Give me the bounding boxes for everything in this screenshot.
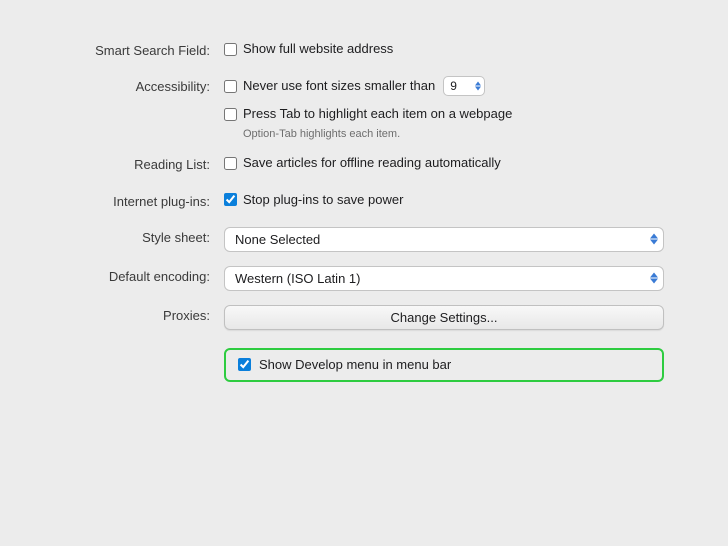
smart-search-checkbox[interactable] (224, 43, 237, 56)
accessibility-control: Never use font sizes smaller than 9 10 1… (224, 76, 664, 140)
show-develop-checkbox[interactable] (238, 358, 251, 371)
tab-highlight-row: Press Tab to highlight each item on a we… (224, 105, 664, 123)
internet-plugins-label: Internet plug-ins: (64, 191, 224, 211)
show-develop-label[interactable]: Show Develop menu in menu bar (259, 356, 451, 374)
show-develop-empty-label (64, 344, 224, 346)
accessibility-label: Accessibility: (64, 76, 224, 96)
preferences-panel: Smart Search Field: Show full website ad… (24, 20, 704, 416)
stop-plugins-label[interactable]: Stop plug-ins to save power (243, 191, 403, 209)
never-font-label[interactable]: Never use font sizes smaller than (243, 77, 435, 95)
tab-hint-text: Option-Tab highlights each item. (243, 128, 664, 140)
smart-search-label: Smart Search Field: (64, 40, 224, 60)
show-develop-control: Show Develop menu in menu bar (224, 344, 664, 382)
proxies-row: Proxies: Change Settings... (64, 305, 664, 330)
style-sheet-label: Style sheet: (64, 227, 224, 247)
never-font-checkbox[interactable] (224, 80, 237, 93)
smart-search-control: Show full website address (224, 40, 664, 62)
reading-list-row: Reading List: Save articles for offline … (64, 154, 664, 176)
default-encoding-select-wrapper: Western (ISO Latin 1) Unicode (UTF-8) Ja… (224, 266, 664, 291)
proxies-control: Change Settings... (224, 305, 664, 330)
tab-highlight-checkbox[interactable] (224, 108, 237, 121)
stop-plugins-checkbox[interactable] (224, 193, 237, 206)
default-encoding-row: Default encoding: Western (ISO Latin 1) … (64, 266, 664, 291)
internet-plugins-row: Internet plug-ins: Stop plug-ins to save… (64, 191, 664, 213)
default-encoding-label: Default encoding: (64, 266, 224, 286)
accessibility-row: Accessibility: Never use font sizes smal… (64, 76, 664, 140)
default-encoding-select[interactable]: Western (ISO Latin 1) Unicode (UTF-8) Ja… (224, 266, 664, 291)
show-develop-row: Show Develop menu in menu bar (64, 344, 664, 382)
smart-search-checkbox-label[interactable]: Show full website address (243, 40, 393, 58)
style-sheet-control: None Selected Default Custom... (224, 227, 664, 252)
reading-list-checkbox[interactable] (224, 157, 237, 170)
reading-list-label: Reading List: (64, 154, 224, 174)
default-encoding-control: Western (ISO Latin 1) Unicode (UTF-8) Ja… (224, 266, 664, 291)
style-sheet-select[interactable]: None Selected Default Custom... (224, 227, 664, 252)
proxies-label: Proxies: (64, 305, 224, 325)
smart-search-checkbox-row: Show full website address (224, 40, 664, 58)
tab-highlight-label[interactable]: Press Tab to highlight each item on a we… (243, 105, 512, 123)
font-size-row: Never use font sizes smaller than 9 10 1… (224, 76, 664, 96)
reading-list-control: Save articles for offline reading automa… (224, 154, 664, 176)
style-sheet-row: Style sheet: None Selected Default Custo… (64, 227, 664, 252)
show-develop-highlight-box: Show Develop menu in menu bar (224, 348, 664, 382)
reading-list-checkbox-row: Save articles for offline reading automa… (224, 154, 664, 172)
internet-plugins-control: Stop plug-ins to save power (224, 191, 664, 213)
font-size-select-wrapper: 9 10 11 12 14 18 24 (443, 76, 485, 96)
font-size-select[interactable]: 9 10 11 12 14 18 24 (443, 76, 485, 96)
change-settings-button[interactable]: Change Settings... (224, 305, 664, 330)
style-sheet-select-wrapper: None Selected Default Custom... (224, 227, 664, 252)
smart-search-row: Smart Search Field: Show full website ad… (64, 40, 664, 62)
internet-plugins-checkbox-row: Stop plug-ins to save power (224, 191, 664, 209)
reading-list-checkbox-label[interactable]: Save articles for offline reading automa… (243, 154, 501, 172)
